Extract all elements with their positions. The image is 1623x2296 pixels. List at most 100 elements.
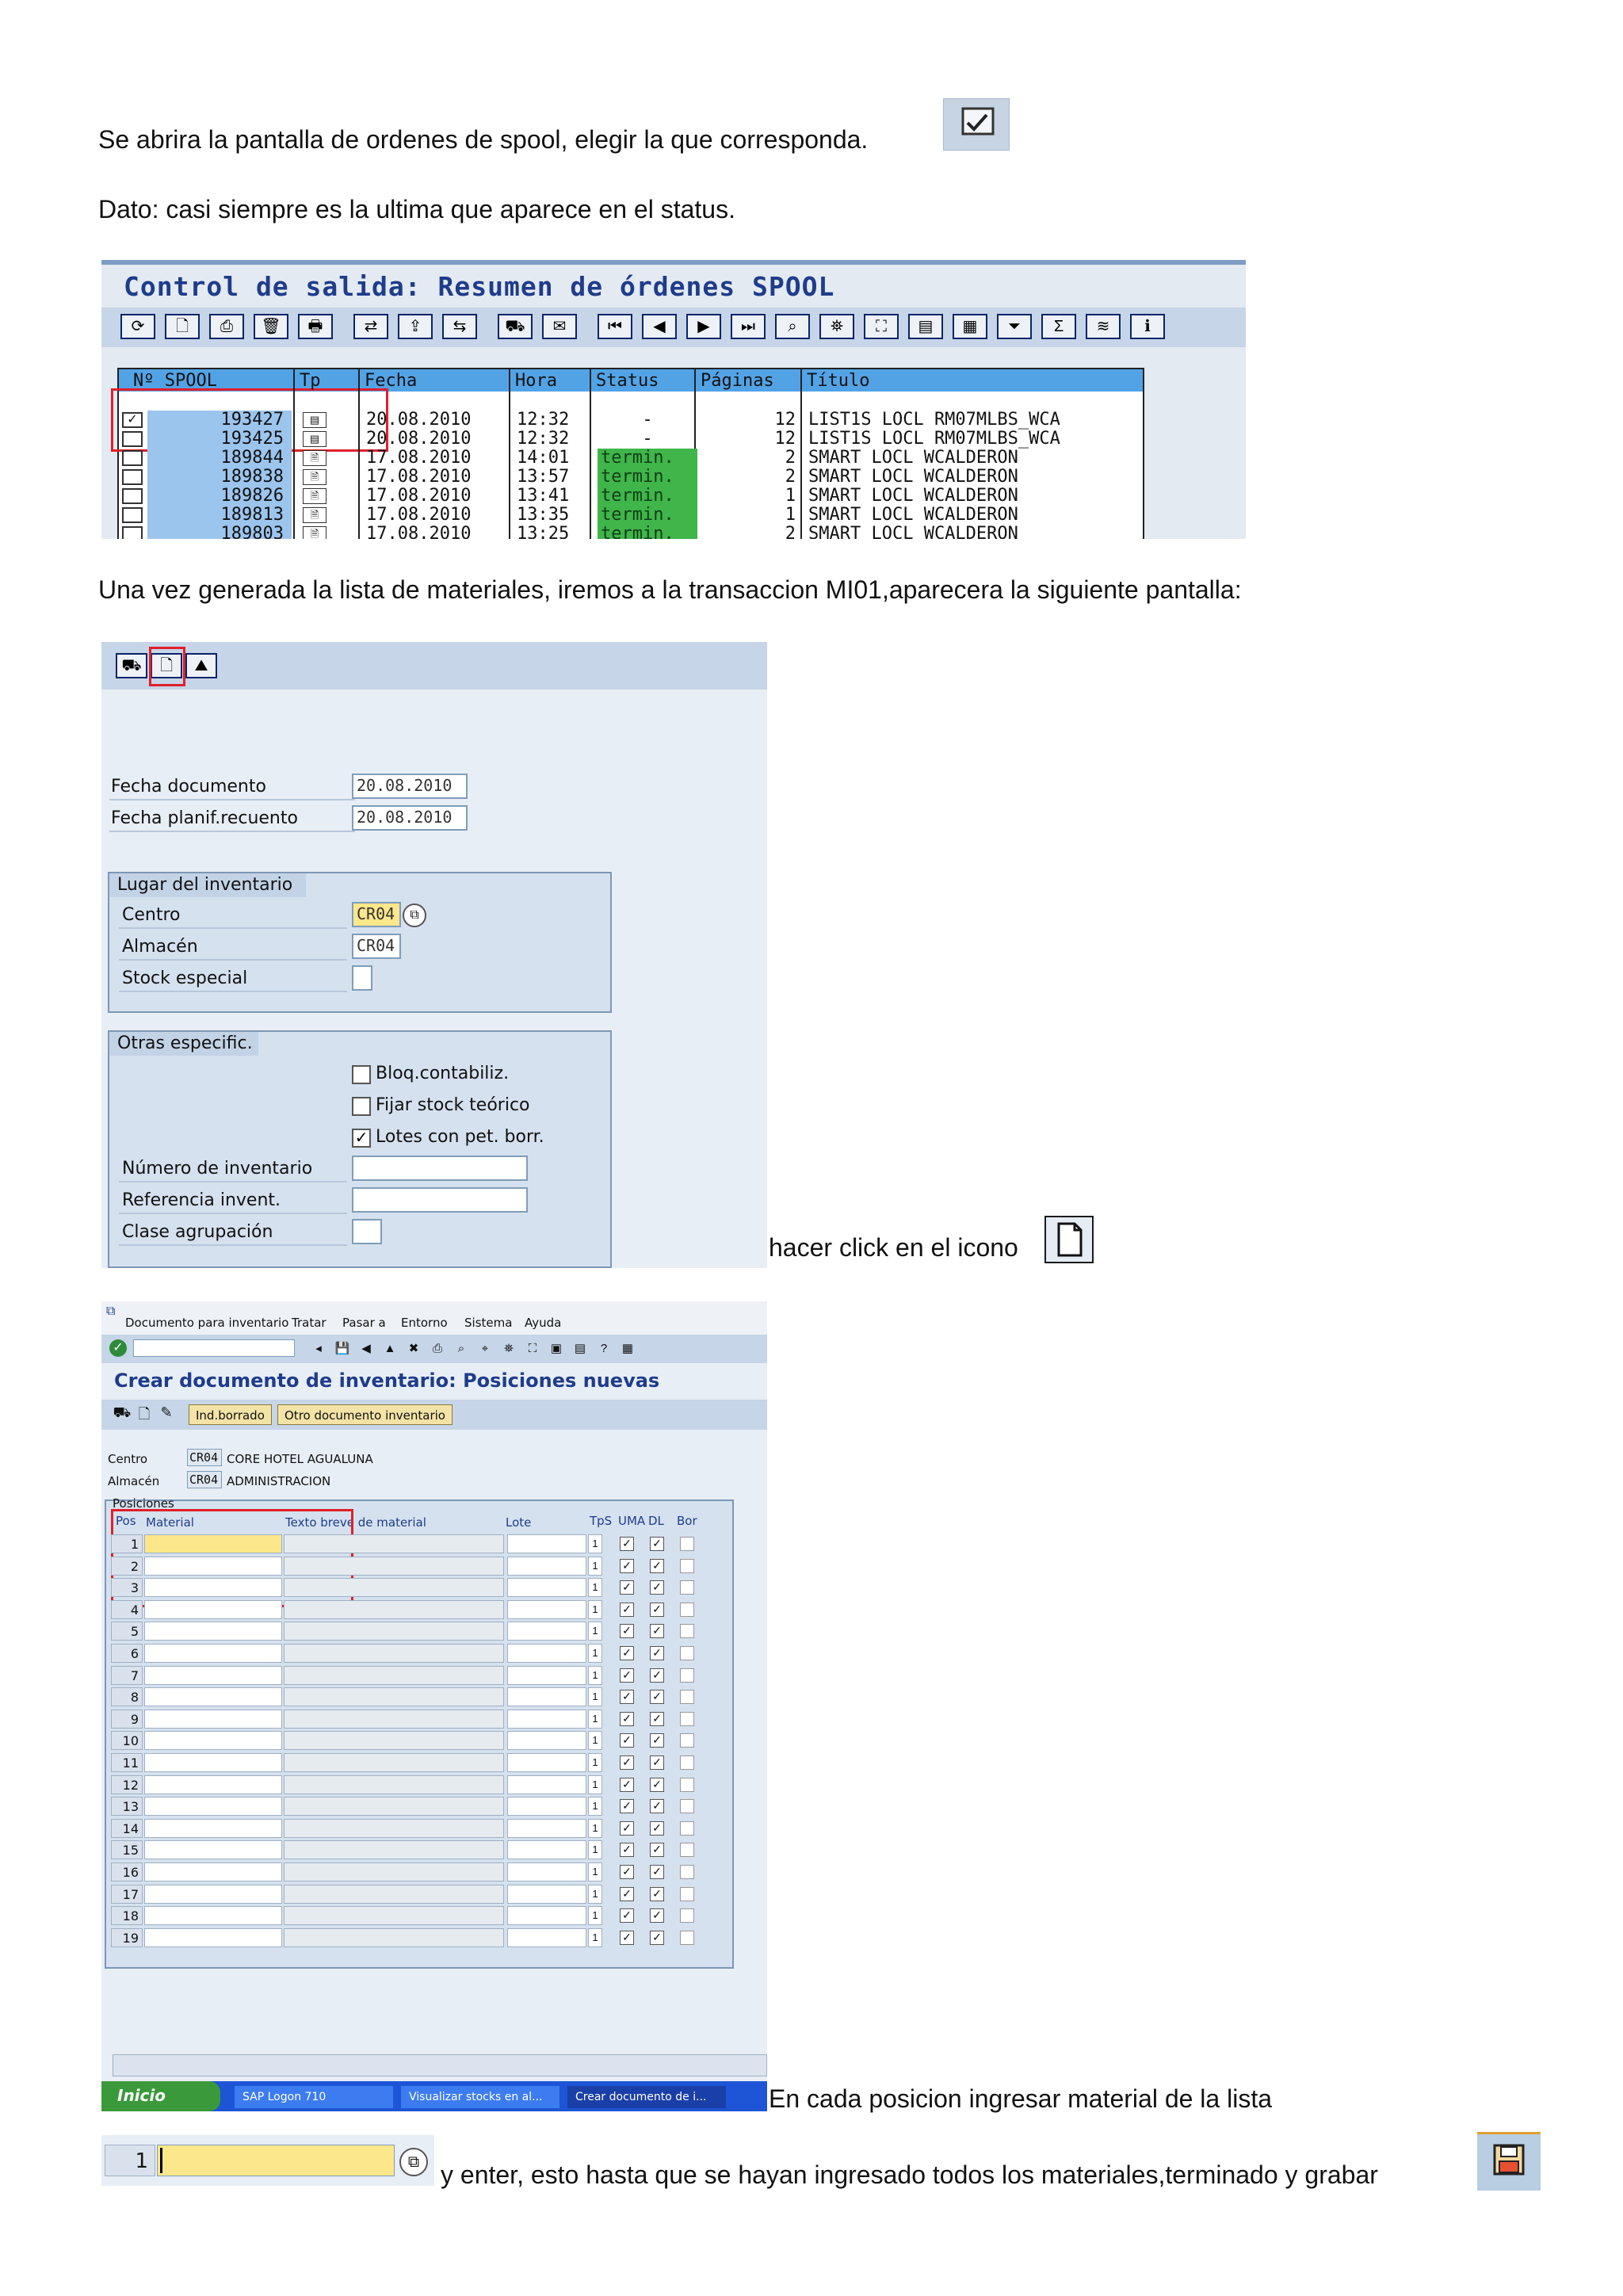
settings-icon[interactable]: ⛯ [819,314,854,339]
tps-input[interactable]: 1 [588,1644,602,1663]
output-icon[interactable]: ⛟ [498,314,533,339]
clase-agrupacion-input[interactable] [352,1219,382,1244]
uma-checkbox[interactable]: ✓ [620,1558,634,1573]
material-input[interactable] [144,1599,282,1619]
menu-item-4[interactable]: Sistema [464,1316,512,1330]
filter-icon[interactable]: ⏷ [997,314,1032,339]
find-icon[interactable]: ⌕ [452,1339,471,1358]
cancel-icon[interactable]: ✖ [404,1339,423,1358]
bor-checkbox[interactable] [680,1777,694,1792]
lote-input[interactable] [507,1753,586,1772]
uma-checkbox[interactable]: ✓ [620,1537,634,1551]
bor-checkbox[interactable] [680,1820,694,1836]
material-input[interactable] [144,1818,282,1838]
tps-input[interactable]: 1 [588,1884,602,1904]
grid-icon[interactable]: ▦ [953,314,987,339]
menu-item-1[interactable]: Tratar [292,1316,327,1330]
lote-input[interactable] [507,1534,586,1553]
dl-checkbox[interactable]: ✓ [650,1908,664,1924]
dl-checkbox[interactable]: ✓ [650,1930,664,1945]
snippet-material-input[interactable] [157,2145,395,2176]
tps-input[interactable]: 1 [588,1599,602,1619]
list-type-icon[interactable]: ▤ [303,412,327,428]
lote-input[interactable] [507,1622,586,1641]
material-input[interactable] [144,1775,282,1794]
list-type-icon[interactable]: ▤ [303,431,327,447]
menu-item-0[interactable]: Documento para inventario [125,1316,288,1330]
matchcode-icon[interactable]: ⧉ [403,904,426,927]
tps-input[interactable]: 1 [588,1818,602,1838]
help-icon[interactable]: ? [594,1339,613,1358]
material-input[interactable] [144,1556,282,1576]
bloq-checkbox[interactable] [352,1065,371,1084]
spool-num[interactable]: 193425 [181,430,284,449]
print-icon[interactable]: ⎙ [428,1339,447,1358]
uma-checkbox[interactable]: ✓ [620,1886,634,1901]
material-input[interactable] [144,1927,282,1947]
lote-input[interactable] [507,1731,586,1751]
material-input[interactable] [144,1884,282,1904]
material-input[interactable] [144,1862,282,1881]
document-icon[interactable]: 🗋 [165,314,200,339]
next-icon[interactable]: ▣ [547,1339,566,1358]
material-input[interactable] [144,1534,282,1553]
info-icon[interactable]: ℹ [1130,314,1165,339]
bor-checkbox[interactable] [680,1537,694,1551]
lote-input[interactable] [507,1797,586,1817]
dl-checkbox[interactable]: ✓ [650,1843,664,1858]
bor-checkbox[interactable] [680,1602,694,1617]
dl-checkbox[interactable]: ✓ [650,1799,664,1814]
tps-input[interactable]: 1 [588,1709,602,1729]
lote-input[interactable] [507,1578,586,1598]
otro-documento-button[interactable]: Otro documento inventario [277,1404,453,1425]
form-type-icon[interactable]: 🗎 [303,469,327,485]
material-input[interactable] [144,1687,282,1707]
uma-checkbox[interactable]: ✓ [620,1865,634,1879]
uma-checkbox[interactable]: ✓ [620,1843,634,1858]
taskbar-item-sap-logon[interactable]: SAP Logon 710 [235,2086,393,2108]
lote-input[interactable] [507,1599,586,1619]
uma-checkbox[interactable]: ✓ [620,1602,634,1617]
spool-row-checkbox[interactable] [122,488,143,504]
spool-row-checkbox[interactable] [122,526,143,539]
lote-input[interactable] [507,1818,586,1838]
tps-input[interactable]: 1 [588,1731,602,1751]
fijar-checkbox[interactable] [352,1097,371,1116]
prev-icon[interactable]: ⛶ [523,1339,542,1358]
find-icon[interactable]: ⌕ [775,314,810,339]
menu-item-2[interactable]: Pasar a [342,1316,386,1330]
dl-checkbox[interactable]: ✓ [650,1624,664,1639]
uma-checkbox[interactable]: ✓ [620,1668,634,1683]
spool-num[interactable]: 189838 [181,468,284,487]
mountain-icon[interactable]: ⛰ [185,653,217,678]
spool-row-checkbox[interactable] [122,450,143,466]
dl-checkbox[interactable]: ✓ [650,1558,664,1573]
lote-input[interactable] [507,1556,586,1576]
uma-checkbox[interactable]: ✓ [620,1908,634,1924]
bor-checkbox[interactable] [680,1690,694,1705]
menu-item-3[interactable]: Entorno [401,1316,448,1330]
material-input[interactable] [144,1665,282,1685]
uma-checkbox[interactable]: ✓ [620,1820,634,1836]
lote-input[interactable] [507,1644,586,1663]
lote-input[interactable] [507,1906,586,1926]
material-input[interactable] [144,1622,282,1641]
dl-checkbox[interactable]: ✓ [650,1580,664,1595]
uma-checkbox[interactable]: ✓ [620,1930,634,1945]
other-doc-icon[interactable]: ⛟ [113,1404,132,1423]
menu-item-5[interactable]: Ayuda [525,1316,561,1330]
taskbar-item-visualizar[interactable]: Visualizar stocks en al... [401,2086,559,2108]
tps-input[interactable]: 1 [588,1687,602,1707]
header-status[interactable]: Status [596,372,659,391]
form-type-icon[interactable]: 🗎 [303,526,327,539]
material-input[interactable] [144,1753,282,1772]
bor-checkbox[interactable] [680,1646,694,1660]
fecha-documento-input[interactable]: 20.08.2010 [352,774,468,799]
uma-checkbox[interactable]: ✓ [620,1580,634,1595]
spool-row-checkbox[interactable] [122,431,143,447]
uma-checkbox[interactable]: ✓ [620,1733,634,1748]
header-titulo[interactable]: Título [807,372,869,391]
tps-input[interactable]: 1 [588,1665,602,1685]
list-icon[interactable]: ▤ [908,314,943,339]
header-tp[interactable]: Tp [300,372,321,391]
